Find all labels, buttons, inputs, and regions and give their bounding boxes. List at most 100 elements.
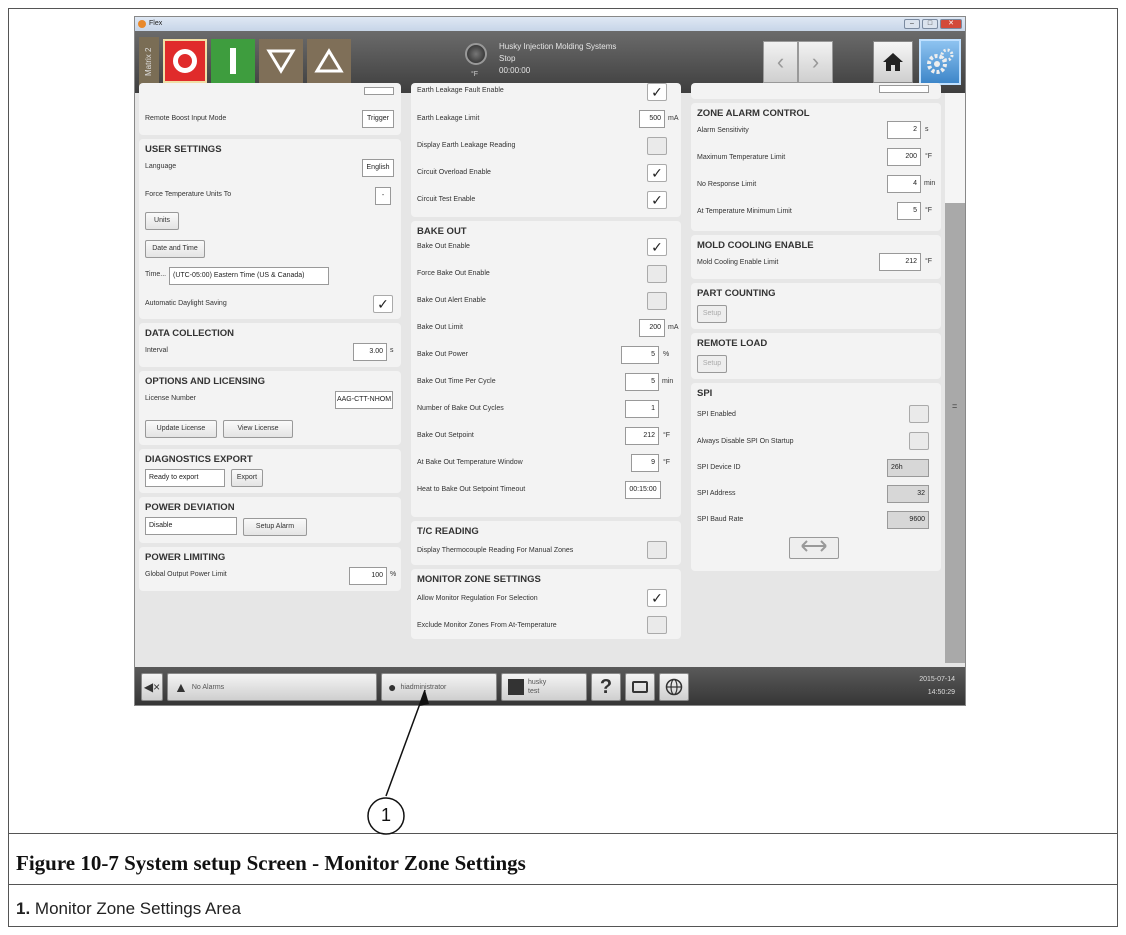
options-licensing-panel: OPTIONS AND LICENSING License Number AAG… bbox=[139, 371, 401, 445]
status-bar: ◀× ▲ No Alarms ● hiadministrator husky te… bbox=[135, 667, 965, 705]
home-button[interactable] bbox=[873, 41, 913, 83]
power-deviation-panel: POWER DEVIATION Disable Setup Alarm bbox=[139, 497, 401, 543]
triangle-up-icon bbox=[314, 48, 344, 73]
scrollbar-track[interactable] bbox=[945, 93, 965, 203]
system-setup-button[interactable] bbox=[919, 39, 961, 85]
window-title: Flex bbox=[149, 20, 163, 27]
export-button[interactable]: Export bbox=[231, 469, 263, 487]
bake-out-setpoint-label: Bake Out Setpoint bbox=[417, 432, 474, 439]
bake-out-cycles-field[interactable]: 1 bbox=[625, 400, 659, 418]
app-icon bbox=[138, 20, 146, 28]
screenshot-button[interactable] bbox=[625, 673, 655, 701]
time-zone-select[interactable]: (UTC-05:00) Eastern Time (US & Canada) bbox=[169, 267, 329, 285]
display-earth-leakage-checkbox[interactable] bbox=[647, 137, 667, 155]
mold-cooling-limit-field[interactable]: 212 bbox=[879, 253, 921, 271]
bake-out-power-field[interactable]: 5 bbox=[621, 346, 659, 364]
bake-out-timeout-field[interactable]: 00:15:00 bbox=[625, 481, 661, 499]
remote-boost-select[interactable]: Trigger bbox=[362, 110, 394, 128]
minimize-icon[interactable]: – bbox=[904, 19, 920, 29]
language-button[interactable] bbox=[659, 673, 689, 701]
bake-out-power-label: Bake Out Power bbox=[417, 351, 468, 358]
units-button[interactable]: Units bbox=[145, 212, 179, 230]
display-earth-leakage-label: Display Earth Leakage Reading bbox=[417, 142, 516, 149]
circuit-test-checkbox[interactable]: ✓ bbox=[647, 191, 667, 209]
view-license-button[interactable]: View License bbox=[223, 420, 293, 438]
spi-connect-button[interactable] bbox=[789, 537, 839, 559]
language-select[interactable]: English bbox=[362, 159, 394, 177]
remote-load-panel: REMOTE LOAD Setup bbox=[691, 333, 941, 379]
close-icon[interactable]: ✕ bbox=[940, 19, 962, 29]
stop-button[interactable] bbox=[163, 39, 207, 83]
date-time-button[interactable]: Date and Time bbox=[145, 240, 205, 258]
bake-out-setpoint-unit: °F bbox=[663, 432, 671, 439]
partial-field[interactable] bbox=[879, 85, 929, 93]
bake-out-cycles-label: Number of Bake Out Cycles bbox=[417, 405, 504, 412]
setup-alarm-button[interactable]: Setup Alarm bbox=[243, 518, 307, 536]
force-units-select[interactable]: - bbox=[375, 187, 391, 205]
bake-out-enable-checkbox[interactable]: ✓ bbox=[647, 238, 667, 256]
part-counting-setup-button[interactable]: Setup bbox=[697, 305, 727, 323]
mold-button[interactable]: husky test bbox=[501, 673, 587, 701]
mute-icon[interactable]: ◀× bbox=[141, 673, 163, 701]
zone-alarm-control-panel: ZONE ALARM CONTROL Alarm Sensitivity 2 s… bbox=[691, 103, 941, 231]
bake-out-setpoint-field[interactable]: 212 bbox=[625, 427, 659, 445]
scrollbar-thumb[interactable] bbox=[945, 203, 965, 663]
remote-boost-timer-field[interactable] bbox=[364, 87, 394, 95]
status-line-company: Husky Injection Molding Systems bbox=[499, 42, 617, 51]
tc-display-checkbox[interactable] bbox=[647, 541, 667, 559]
alarm-sensitivity-field[interactable]: 2 bbox=[887, 121, 921, 139]
at-temp-min-limit-field[interactable]: 5 bbox=[897, 202, 921, 220]
remote-load-setup-button[interactable]: Setup bbox=[697, 355, 727, 373]
no-response-limit-field[interactable]: 4 bbox=[887, 175, 921, 193]
bake-out-limit-label: Bake Out Limit bbox=[417, 324, 463, 331]
alarm-sensitivity-unit: s bbox=[925, 126, 929, 133]
forward-arrow-icon[interactable]: › bbox=[798, 41, 833, 83]
spi-title: SPI bbox=[697, 388, 713, 399]
max-temp-limit-field[interactable]: 200 bbox=[887, 148, 921, 166]
global-power-limit-label: Global Output Power Limit bbox=[145, 571, 227, 578]
bake-out-power-unit: % bbox=[663, 351, 670, 358]
earth-leakage-limit-field[interactable]: 500 bbox=[639, 110, 665, 128]
update-license-button[interactable]: Update License bbox=[145, 420, 217, 438]
no-response-limit-unit: min bbox=[924, 180, 936, 187]
start-button[interactable] bbox=[211, 39, 255, 83]
current-time: 14:50:29 bbox=[927, 689, 955, 696]
mold-brand: husky bbox=[528, 679, 547, 686]
user-name: hiadministrator bbox=[400, 683, 447, 691]
spi-disable-startup-checkbox[interactable] bbox=[909, 432, 929, 450]
time-zone-label: Time... bbox=[145, 271, 167, 278]
help-icon[interactable]: ? bbox=[591, 673, 621, 701]
power-deviation-select[interactable]: Disable bbox=[145, 517, 237, 535]
circuit-overload-label: Circuit Overload Enable bbox=[417, 169, 491, 176]
current-date: 2015-07-14 bbox=[919, 676, 955, 683]
window-titlebar: Flex – □ ✕ bbox=[135, 17, 965, 31]
maximize-icon[interactable]: □ bbox=[922, 19, 938, 29]
bake-out-window-field[interactable]: 9 bbox=[631, 454, 659, 472]
stop-icon bbox=[173, 49, 197, 73]
bake-out-time-label: Bake Out Time Per Cycle bbox=[417, 378, 496, 385]
bake-out-time-field[interactable]: 5 bbox=[625, 373, 659, 391]
part-counting-panel: PART COUNTING Setup bbox=[691, 283, 941, 329]
spi-enabled-checkbox[interactable] bbox=[909, 405, 929, 423]
bake-out-alert-checkbox[interactable] bbox=[647, 292, 667, 310]
system-status: °F Husky Injection Molding Systems Stop … bbox=[465, 37, 665, 87]
boost-button[interactable] bbox=[307, 39, 351, 83]
power-limiting-title: POWER LIMITING bbox=[145, 552, 226, 563]
earth-fault-enable-checkbox[interactable]: ✓ bbox=[647, 83, 667, 101]
allow-monitor-regulation-checkbox[interactable]: ✓ bbox=[647, 589, 667, 607]
max-temp-limit-unit: °F bbox=[925, 153, 933, 160]
global-power-limit-field[interactable]: 100 bbox=[349, 567, 387, 585]
circuit-overload-checkbox[interactable]: ✓ bbox=[647, 164, 667, 182]
standby-button[interactable] bbox=[259, 39, 303, 83]
daylight-saving-checkbox[interactable]: ✓ bbox=[373, 295, 393, 313]
back-arrow-icon[interactable]: ‹ bbox=[763, 41, 798, 83]
monitor-zone-settings-title: MONITOR ZONE SETTINGS bbox=[417, 574, 541, 585]
earth-fault-enable-label: Earth Leakage Fault Enable bbox=[417, 87, 504, 94]
exclude-monitor-zones-checkbox[interactable] bbox=[647, 616, 667, 634]
bake-out-limit-field[interactable]: 200 bbox=[639, 319, 665, 337]
interval-field[interactable]: 3.00 bbox=[353, 343, 387, 361]
force-bake-out-checkbox[interactable] bbox=[647, 265, 667, 283]
matrix-tab[interactable]: Matrix 2 bbox=[139, 37, 159, 87]
user-button[interactable]: ● hiadministrator bbox=[381, 673, 497, 701]
alarms-button[interactable]: ▲ No Alarms bbox=[167, 673, 377, 701]
